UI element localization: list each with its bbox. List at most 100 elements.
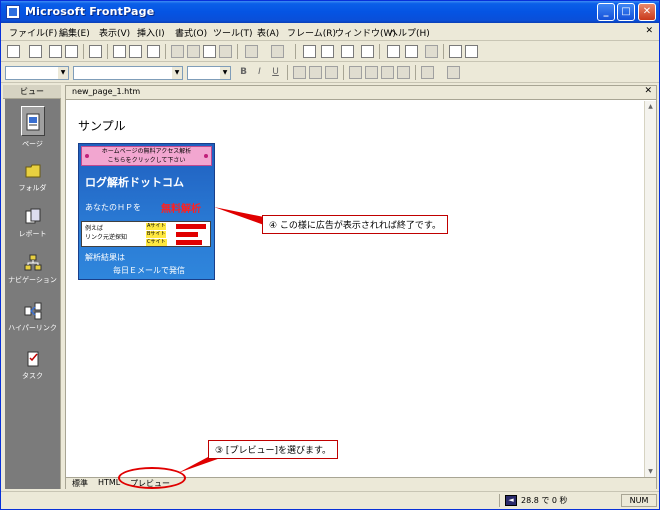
view-folders[interactable]: フォルダ — [5, 157, 60, 201]
toolbar-separator — [107, 44, 108, 59]
banner-top-line2: こちらをクリックして下さい — [107, 157, 186, 164]
document-tab[interactable]: new_page_1.htm — [72, 87, 140, 96]
menu-file[interactable]: ファイル(F) — [9, 26, 57, 39]
folder-list-icon[interactable] — [89, 45, 102, 58]
minimize-button[interactable]: _ — [597, 3, 615, 21]
menu-tools[interactable]: ツール(T) — [213, 26, 253, 39]
insert-component-icon[interactable] — [303, 45, 316, 58]
menu-table[interactable]: 表(A) — [257, 26, 279, 39]
decrease-indent-icon[interactable] — [381, 66, 394, 79]
spelling-icon[interactable] — [147, 45, 160, 58]
views-bar: ビュー ページ フォルダ レポート ナビゲーション ハイパーリンク タスク — [3, 85, 61, 489]
ad-banner[interactable]: ホームページの無料アクセス解析 こちらをクリックして下さい ログ解析ドットコム … — [78, 143, 215, 280]
print-icon[interactable] — [113, 45, 126, 58]
view-page-selected-frame — [20, 106, 45, 136]
align-right-icon[interactable] — [325, 66, 338, 79]
chevron-down-icon: ▼ — [220, 67, 230, 79]
callout-4: ④ この様に広告が表示されれば終了です。 — [262, 215, 449, 234]
document-pane: new_page_1.htm ✕ サンプル ホームページの無料アクセス解析 こち… — [65, 85, 657, 489]
report-icon — [25, 208, 40, 224]
toolbar-separator — [83, 44, 84, 59]
numbering-icon[interactable] — [349, 66, 362, 79]
align-left-icon[interactable] — [293, 66, 306, 79]
underline-button[interactable]: U — [269, 66, 282, 79]
office-assistant-icon[interactable] — [465, 45, 478, 58]
show-all-icon[interactable] — [425, 45, 438, 58]
view-navigation[interactable]: ナビゲーション — [5, 249, 60, 293]
vertical-scrollbar[interactable]: ▲ ▼ — [644, 101, 656, 477]
paste-icon[interactable] — [203, 45, 216, 58]
banner-example-line2: リンク元逆探知 — [85, 234, 128, 241]
menu-edit[interactable]: 編集(E) — [59, 26, 90, 39]
task-icon — [27, 351, 38, 367]
refresh-icon[interactable] — [387, 45, 400, 58]
format-painter-icon[interactable] — [219, 45, 232, 58]
app-icon[interactable] — [6, 5, 20, 19]
stop-icon[interactable] — [405, 45, 418, 58]
menu-insert[interactable]: 挿入(I) — [137, 26, 165, 39]
toolbar-separator — [379, 44, 380, 59]
toolbar-separator — [287, 65, 288, 80]
insert-picture-icon[interactable] — [341, 45, 354, 58]
chevron-down-icon: ▼ — [58, 67, 68, 79]
page-icon — [26, 113, 39, 131]
italic-button[interactable]: I — [253, 66, 266, 79]
download-time: 28.8 で 0 秒 — [521, 496, 568, 505]
align-center-icon[interactable] — [309, 66, 322, 79]
folder-icon — [25, 164, 40, 178]
menu-format[interactable]: 書式(O) — [175, 26, 207, 39]
increase-indent-icon[interactable] — [397, 66, 410, 79]
standard-toolbar — [1, 42, 659, 62]
highlight-color-icon[interactable] — [421, 66, 434, 79]
style-dropdown[interactable]: ▼ — [5, 66, 69, 80]
view-folders-label: フォルダ — [18, 184, 47, 192]
redo-icon[interactable] — [271, 45, 284, 58]
view-hyperlinks[interactable]: ハイパーリンク — [5, 297, 60, 341]
close-icon[interactable]: ✕ — [644, 86, 652, 96]
bullets-icon[interactable] — [365, 66, 378, 79]
banner-title: ログ解析ドットコム — [85, 176, 184, 189]
frontpage-window: Microsoft FrontPage _ □ ✕ ファイル(F) 編集(E) … — [0, 0, 660, 510]
document-close-icon[interactable]: ✕ — [645, 26, 653, 36]
insert-table-icon[interactable] — [321, 45, 334, 58]
menu-frames[interactable]: フレーム(R) — [287, 26, 336, 39]
menu-view[interactable]: 表示(V) — [99, 26, 130, 39]
help-icon[interactable] — [449, 45, 462, 58]
scroll-down-icon[interactable]: ▼ — [645, 466, 656, 477]
page-preview-area[interactable]: サンプル ホームページの無料アクセス解析 こちらをクリックして下さい ログ解析ド… — [66, 101, 644, 477]
view-navigation-label: ナビゲーション — [8, 276, 57, 284]
banner-bar-a — [176, 224, 206, 229]
preview-icon[interactable] — [129, 45, 142, 58]
font-size-dropdown[interactable]: ▼ — [187, 66, 231, 80]
banner-site-c: Cサイト — [146, 239, 167, 246]
font-dropdown[interactable]: ▼ — [73, 66, 183, 80]
cut-icon[interactable] — [171, 45, 184, 58]
tab-html[interactable]: HTML — [98, 478, 120, 487]
page-heading: サンプル — [78, 119, 126, 133]
title-bar[interactable]: Microsoft FrontPage _ □ ✕ — [1, 1, 659, 23]
undo-icon[interactable] — [245, 45, 258, 58]
banner-dot-right — [204, 154, 208, 158]
font-color-icon[interactable] — [447, 66, 460, 79]
hyperlink-icon[interactable] — [361, 45, 374, 58]
view-reports[interactable]: レポート — [5, 203, 60, 247]
menu-help[interactable]: ヘルプ(H) — [389, 26, 430, 39]
publish-icon[interactable] — [65, 45, 78, 58]
menu-window[interactable]: ウィンドウ(W) — [335, 26, 396, 39]
close-button[interactable]: ✕ — [638, 3, 656, 21]
view-page[interactable]: ページ — [5, 103, 60, 148]
view-hyperlinks-label: ハイパーリンク — [8, 324, 57, 332]
scroll-up-icon[interactable]: ▲ — [645, 101, 656, 112]
connection-icon: ◄ — [505, 495, 517, 506]
maximize-button[interactable]: □ — [617, 3, 635, 21]
open-folder-icon[interactable] — [29, 45, 42, 58]
view-tasks[interactable]: タスク — [5, 345, 60, 389]
tab-normal[interactable]: 標準 — [72, 478, 88, 489]
new-page-icon[interactable] — [7, 45, 20, 58]
window-title: Microsoft FrontPage — [25, 5, 155, 18]
banner-bar-b — [176, 232, 198, 237]
banner-top-line1: ホームページの無料アクセス解析 — [101, 148, 192, 155]
bold-button[interactable]: B — [237, 66, 250, 79]
save-icon[interactable] — [49, 45, 62, 58]
copy-icon[interactable] — [187, 45, 200, 58]
